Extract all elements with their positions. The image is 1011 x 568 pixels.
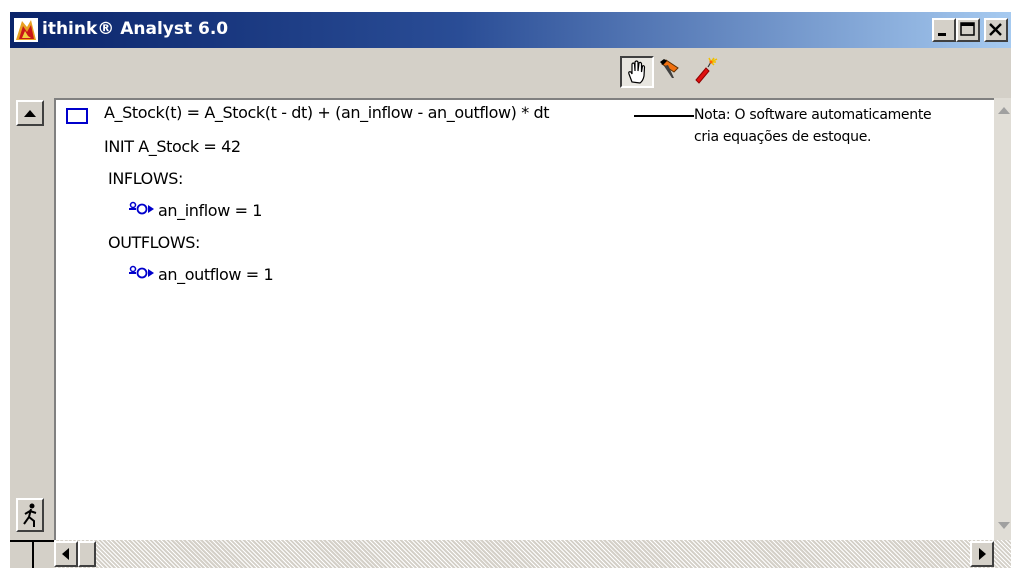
annotation-line-1: Nota: O software automaticamente — [694, 107, 932, 123]
flow-icon — [129, 265, 154, 279]
toolbar — [10, 48, 1011, 96]
gutter-divider-h — [10, 540, 54, 542]
annotation-pointer-line — [634, 115, 694, 117]
inflows-header: INFLOWS: — [108, 169, 183, 188]
hand-icon — [628, 60, 646, 84]
title-bar[interactable]: ithink® Analyst 6.0 — [10, 12, 1011, 48]
annotation-line-2: cria equações de estoque. — [694, 129, 872, 145]
inflow-equation[interactable]: an_inflow = 1 — [158, 201, 262, 220]
app-window: ithink® Analyst 6.0 A_Stock(t) = A_Stock… — [10, 12, 1011, 568]
ithink-app-icon[interactable] — [14, 18, 38, 42]
dynamite-tool-button[interactable] — [692, 56, 726, 88]
close-button[interactable] — [984, 18, 1008, 42]
minimize-button[interactable] — [932, 18, 956, 42]
left-arrow-icon — [62, 548, 69, 560]
vertical-scrollbar[interactable] — [994, 98, 1011, 540]
gutter-divider — [32, 540, 34, 568]
maximize-icon — [960, 22, 975, 36]
running-figure-icon — [23, 503, 37, 527]
horizontal-scrollbar[interactable] — [54, 540, 1011, 568]
scroll-right-button[interactable] — [970, 541, 994, 567]
stock-icon — [66, 108, 88, 124]
maximize-button[interactable] — [956, 18, 980, 42]
outflow-equation[interactable]: an_outflow = 1 — [158, 265, 274, 284]
paintbrush-tool-button[interactable] — [656, 56, 690, 88]
vertical-scrollbar-arrows — [998, 107, 1010, 529]
stock-equation[interactable]: A_Stock(t) = A_Stock(t - dt) + (an_inflo… — [104, 103, 550, 122]
horizontal-scroll-thumb[interactable] — [78, 541, 96, 567]
paintbrush-icon — [660, 59, 679, 78]
init-equation[interactable]: INIT A_Stock = 42 — [104, 137, 241, 156]
equation-panel[interactable]: A_Stock(t) = A_Stock(t - dt) + (an_inflo… — [54, 98, 994, 540]
window-title: ithink® Analyst 6.0 — [42, 19, 229, 39]
up-arrow-icon — [24, 110, 36, 117]
scroll-left-button[interactable] — [54, 541, 78, 567]
right-arrow-icon — [979, 548, 986, 560]
minimize-icon — [938, 33, 946, 36]
dynamite-icon — [695, 57, 718, 84]
close-icon — [989, 23, 1002, 36]
run-button[interactable] — [16, 498, 44, 532]
hand-tool-button[interactable] — [620, 56, 654, 88]
outflows-header: OUTFLOWS: — [108, 233, 200, 252]
scroll-up-button[interactable] — [16, 100, 44, 126]
flow-icon — [129, 201, 154, 215]
